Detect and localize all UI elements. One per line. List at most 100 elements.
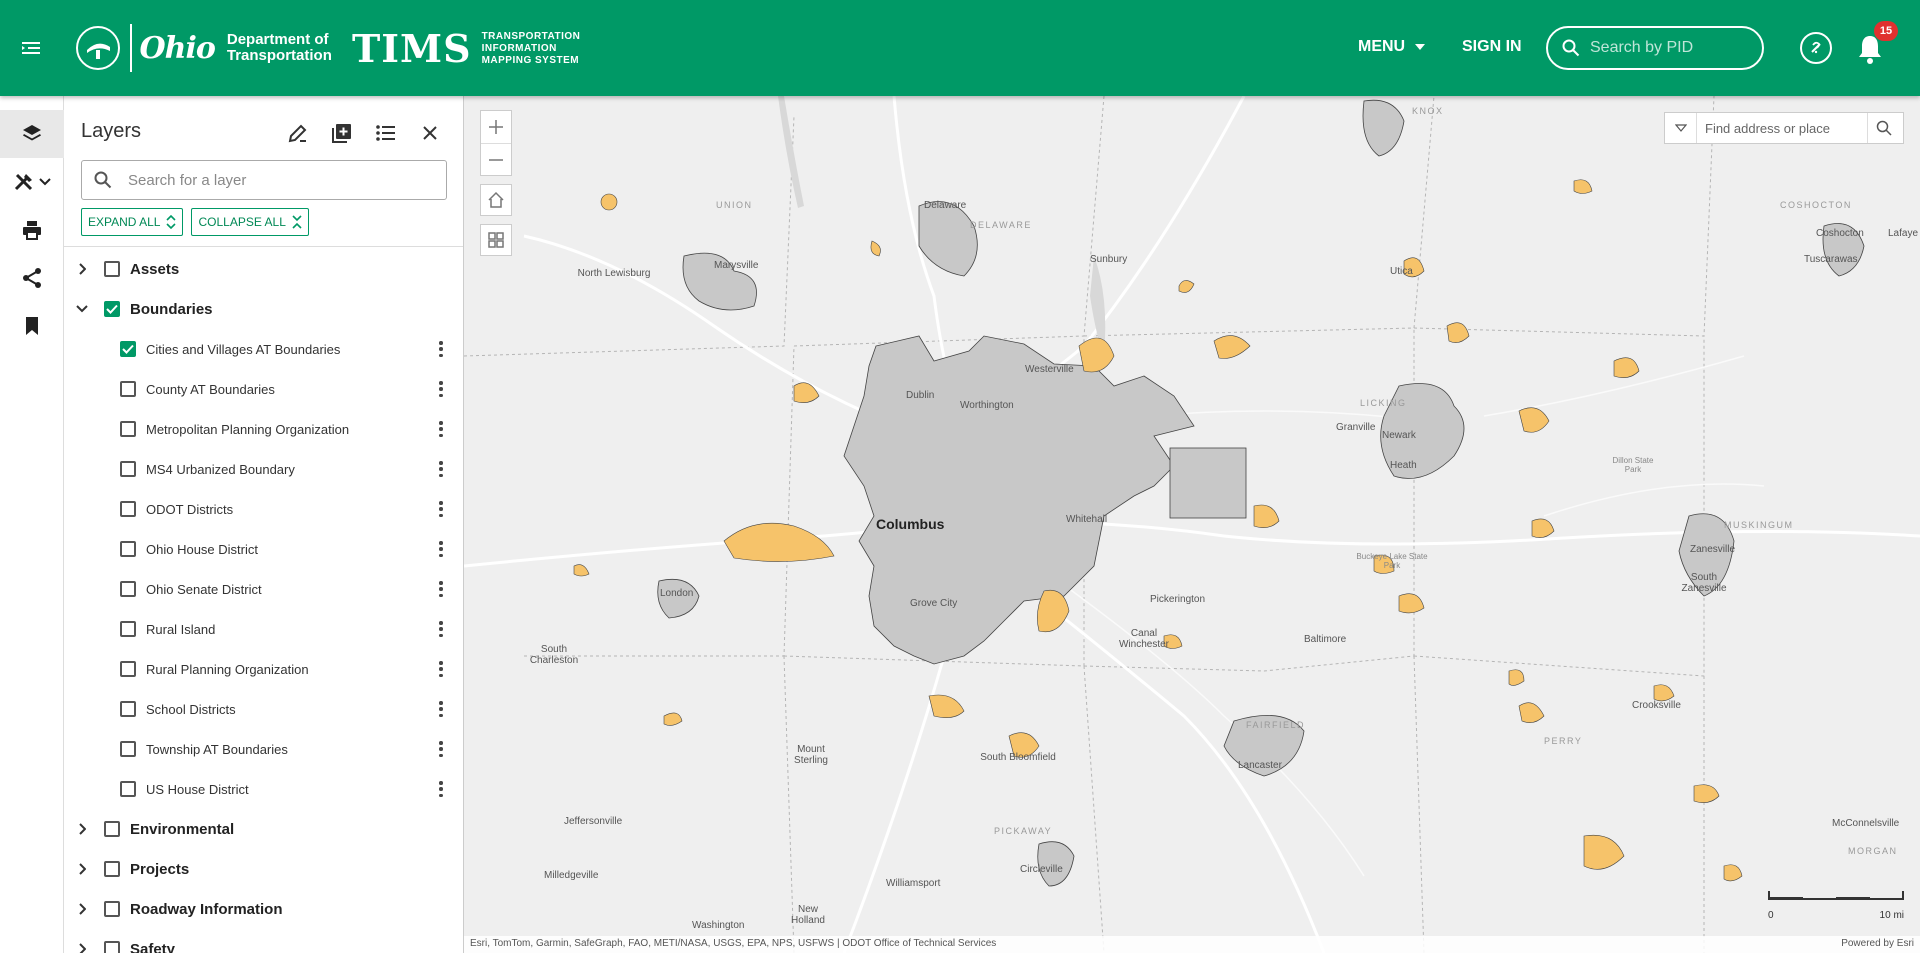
layer-checkbox[interactable] [120,341,136,357]
powered-by-esri[interactable]: Powered by Esri [1841,938,1914,949]
chevron-right-icon[interactable] [74,263,90,275]
layer-options-icon[interactable] [438,541,444,557]
layer-item-ms4[interactable]: MS4 Urbanized Boundary [64,449,463,489]
layer-options-icon[interactable] [438,741,444,757]
map-label-canal-winchester: Canal Winchester [1118,628,1169,650]
layer-options-icon[interactable] [438,621,444,637]
layer-search-box[interactable] [81,160,447,200]
layer-options-icon[interactable] [438,661,444,677]
chevron-down-icon[interactable] [74,305,90,313]
expand-all-button[interactable]: EXPAND ALL [81,208,184,236]
search-source-dropdown[interactable] [1665,113,1697,143]
layer-options-icon[interactable] [438,341,444,357]
menu-toggle-icon[interactable] [20,36,46,60]
odot-logo[interactable]: Ohio Department of Transportation [76,24,332,72]
map-label-south-charleston: South Charleston [529,644,579,666]
tims-logo[interactable]: TIMS TRANSPORTATION INFORMATION MAPPING … [352,26,580,71]
map-label-crooksville: Crooksville [1632,700,1681,711]
layer-checkbox[interactable] [104,861,120,877]
layer-group-safety[interactable]: Safety [64,929,463,953]
basemap-gallery-button[interactable] [480,224,512,256]
collapse-all-button[interactable]: COLLAPSE ALL [191,208,309,236]
layer-item-odot-districts[interactable]: ODOT Districts [64,489,463,529]
pid-search-box[interactable] [1546,26,1764,70]
zoom-out-button[interactable] [481,143,511,175]
layer-checkbox[interactable] [104,261,120,277]
bookmark-tool-button[interactable] [0,302,64,350]
layer-checkbox[interactable] [120,621,136,637]
basemap[interactable] [464,96,1920,953]
logo-ohio-text: Ohio [139,30,216,66]
chevron-right-icon[interactable] [74,903,90,915]
layer-checkbox[interactable] [104,901,120,917]
layer-group-projects[interactable]: Projects [64,849,463,889]
layer-group-assets[interactable]: Assets [64,249,463,289]
layer-item-school-districts[interactable]: School Districts [64,689,463,729]
layer-group-boundaries[interactable]: Boundaries [64,289,463,329]
layer-options-icon[interactable] [438,421,444,437]
layer-options-icon[interactable] [438,501,444,517]
layer-item-cities-villages[interactable]: Cities and Villages AT Boundaries [64,329,463,369]
map-label-whitehall: Whitehall [1066,514,1108,525]
layer-item-rural-island[interactable]: Rural Island [64,609,463,649]
layers-panel-title: Layers [81,120,142,142]
layer-checkbox[interactable] [104,821,120,837]
layer-checkbox[interactable] [120,781,136,797]
layer-checkbox[interactable] [120,461,136,477]
close-icon [423,126,437,140]
layer-checkbox[interactable] [120,661,136,677]
menu-button[interactable]: MENU [1358,38,1426,56]
layer-checkbox[interactable] [120,541,136,557]
print-icon [23,221,41,240]
layer-group-roadway-information[interactable]: Roadway Information [64,889,463,929]
layer-item-rpo[interactable]: Rural Planning Organization [64,649,463,689]
close-panel-button[interactable] [414,118,446,148]
layers-tool-button[interactable] [0,110,64,158]
layer-checkbox[interactable] [104,941,120,953]
layer-checkbox[interactable] [120,501,136,517]
layer-list-button[interactable] [370,118,402,148]
map-view[interactable]: Columbus Delaware Sunbury Marysville Nor… [464,96,1920,953]
home-button[interactable] [480,184,512,216]
layer-options-icon[interactable] [438,381,444,397]
layers-panel: Layers EXPAND ALL COLLAPSE ALL [64,96,464,953]
pid-search-input[interactable] [1590,39,1750,57]
help-icon[interactable] [1800,32,1832,64]
layer-search-input[interactable] [128,171,428,189]
layer-item-county[interactable]: County AT Boundaries [64,369,463,409]
find-address-box[interactable] [1664,112,1904,144]
chevron-right-icon[interactable] [74,863,90,875]
layer-options-icon[interactable] [438,701,444,717]
layer-group-environmental[interactable]: Environmental [64,809,463,849]
add-layer-button[interactable] [326,118,358,148]
layer-options-icon[interactable] [438,461,444,477]
tools-menu-button[interactable] [0,158,64,206]
share-tool-button[interactable] [0,254,64,302]
layer-item-township[interactable]: Township AT Boundaries [64,729,463,769]
zoom-in-button[interactable] [481,111,511,143]
layer-checkbox[interactable] [120,741,136,757]
layer-options-icon[interactable] [438,581,444,597]
layer-item-us-house[interactable]: US House District [64,769,463,809]
layer-checkbox[interactable] [120,421,136,437]
layer-checkbox[interactable] [120,701,136,717]
layer-checkbox[interactable] [120,581,136,597]
layer-item-ohio-house[interactable]: Ohio House District [64,529,463,569]
chevron-right-icon[interactable] [74,823,90,835]
map-label-south-bloomfield: South Bloomfield [980,752,1056,763]
chevron-right-icon[interactable] [74,943,90,953]
layer-group-label: Boundaries [130,300,213,318]
find-address-input[interactable] [1697,120,1867,136]
layer-checkbox[interactable] [120,381,136,397]
print-tool-button[interactable] [0,206,64,254]
edit-layer-button[interactable] [282,118,314,148]
county-label-perry: PERRY [1544,736,1583,746]
find-address-search-button[interactable] [1867,113,1899,143]
sign-in-button[interactable]: SIGN IN [1462,38,1522,56]
layer-options-icon[interactable] [438,781,444,797]
layer-group-label: Environmental [130,820,235,838]
layer-item-ohio-senate[interactable]: Ohio Senate District [64,569,463,609]
map-label-dublin: Dublin [906,390,935,401]
layer-item-mpo[interactable]: Metropolitan Planning Organization [64,409,463,449]
layer-checkbox[interactable] [104,301,120,317]
